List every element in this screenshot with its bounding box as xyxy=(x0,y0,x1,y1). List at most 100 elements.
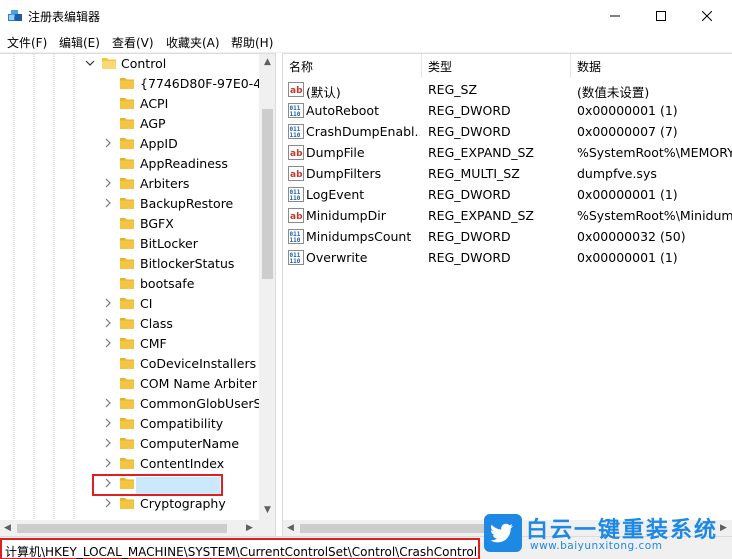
tree-item[interactable]: ACPI xyxy=(0,94,259,114)
tree-item-label: Compatibility xyxy=(140,416,224,431)
folder-icon xyxy=(120,318,134,329)
column-data[interactable]: 数据 xyxy=(571,54,732,78)
tree-item-label: Arbiters xyxy=(140,176,190,191)
close-button[interactable] xyxy=(684,0,730,31)
value-name: AutoReboot xyxy=(306,103,379,118)
folder-icon xyxy=(120,198,134,209)
scroll-right-icon[interactable]: ▶ xyxy=(246,524,253,533)
svg-text:110: 110 xyxy=(290,132,301,139)
chevron-right-icon[interactable] xyxy=(102,317,114,329)
tree-item[interactable]: BGFX xyxy=(0,214,259,234)
list-item[interactable]: ab DumpFile REG_EXPAND_SZ %SystemRoot%\MEMO… xyxy=(283,142,732,163)
regedit-icon xyxy=(8,10,22,21)
list-item[interactable]: 011 110 Overwrite REG_DWORD 0x00000001 (1) xyxy=(283,247,732,268)
column-name[interactable]: 名称 xyxy=(283,54,422,78)
chevron-right-icon[interactable] xyxy=(102,497,114,509)
scroll-up-icon[interactable]: ▲ xyxy=(264,58,271,67)
folder-icon xyxy=(120,358,134,369)
tree-item[interactable]: CI xyxy=(0,294,259,314)
tree-item-control[interactable]: Control xyxy=(0,54,259,74)
highlight-box-path: 计算机\HKEY_LOCAL_MACHINE\SYSTEM\CurrentCon… xyxy=(0,538,480,559)
folder-icon xyxy=(120,338,134,349)
tree-item[interactable]: Compatibility xyxy=(0,414,259,434)
menu-view[interactable]: 查看(V) xyxy=(112,34,154,51)
tree-horizontal-scroll-thumb[interactable] xyxy=(17,524,227,533)
chevron-right-icon[interactable] xyxy=(102,197,114,209)
chevron-right-icon[interactable] xyxy=(102,137,114,149)
tree-item[interactable]: COM Name Arbiter xyxy=(0,374,259,394)
tree-item[interactable]: BitlockerStatus xyxy=(0,254,259,274)
tree-item[interactable]: CMF xyxy=(0,334,259,354)
list-item[interactable]: ab (默认) REG_SZ (数值未设置) xyxy=(283,79,732,100)
scroll-left-icon[interactable]: ◀ xyxy=(4,524,11,533)
menu-edit[interactable]: 编辑(E) xyxy=(59,34,100,51)
menu-help[interactable]: 帮助(H) xyxy=(231,34,273,51)
tree-item-label: Cryptography xyxy=(140,496,226,511)
tree-item-label: Control xyxy=(121,56,167,71)
tree-item-label: BackupRestore xyxy=(140,196,234,211)
list-item[interactable]: ab MinidumpDir REG_EXPAND_SZ %SystemRoot%\M… xyxy=(283,205,732,226)
chevron-right-icon[interactable] xyxy=(102,397,114,409)
list-horizontal-scroll-thumb[interactable] xyxy=(300,524,488,533)
folder-icon xyxy=(120,298,134,309)
tree-item[interactable]: AGP xyxy=(0,114,259,134)
column-type[interactable]: 类型 xyxy=(422,54,571,78)
maximize-button[interactable] xyxy=(638,0,684,31)
tree-item[interactable]: bootsafe xyxy=(0,274,259,294)
tree-item-label: AppID xyxy=(140,136,178,151)
tree-item[interactable]: BitLocker xyxy=(0,234,259,254)
key-tree[interactable]: Control {7746D80F-97E0-4E2 ACPI AGP AppID Ap… xyxy=(0,53,276,536)
list-item[interactable]: ab DumpFilters REG_MULTI_SZ dumpfve.sys xyxy=(283,163,732,184)
list-item[interactable]: 011 110 AutoReboot REG_DWORD 0x00000001 (1) xyxy=(283,100,732,121)
value-type: REG_DWORD xyxy=(428,124,511,139)
tree-vertical-scroll-thumb[interactable] xyxy=(262,109,273,279)
tree-item[interactable]: BackupRestore xyxy=(0,194,259,214)
value-data: %SystemRoot%\Minidump xyxy=(577,208,732,223)
value-name: Overwrite xyxy=(306,250,368,265)
list-item[interactable]: 011 110 LogEvent REG_DWORD 0x00000001 (1) xyxy=(283,184,732,205)
menu-file[interactable]: 文件(F) xyxy=(7,34,47,51)
tree-item[interactable]: Arbiters xyxy=(0,174,259,194)
chevron-right-icon[interactable] xyxy=(102,457,114,469)
chevron-right-icon[interactable] xyxy=(102,417,114,429)
scroll-left-icon[interactable]: ◀ xyxy=(287,524,294,533)
list-item[interactable]: 011 110 CrashDumpEnabl... REG_DWORD 0x000000… xyxy=(283,121,732,142)
folder-icon xyxy=(120,258,134,269)
tree-item[interactable]: AppID xyxy=(0,134,259,154)
dword-value-icon: 011110 xyxy=(288,229,304,244)
window-title: 注册表编辑器 xyxy=(28,10,101,24)
value-name: LogEvent xyxy=(306,187,365,202)
chevron-right-icon[interactable] xyxy=(102,177,114,189)
value-type: REG_DWORD xyxy=(428,103,511,118)
list-item[interactable]: 011 110 MinidumpsCount REG_DWORD 0x00000032 … xyxy=(283,226,732,247)
chevron-right-icon[interactable] xyxy=(102,437,114,449)
svg-text:ab: ab xyxy=(290,149,303,159)
tree-item[interactable]: Class xyxy=(0,314,259,334)
minimize-icon xyxy=(610,15,620,16)
chevron-right-icon[interactable] xyxy=(102,337,114,349)
tree-item[interactable]: {7746D80F-97E0-4E2 xyxy=(0,74,275,94)
folder-icon xyxy=(120,438,134,449)
minimize-button[interactable] xyxy=(592,0,638,31)
value-list[interactable]: 名称 类型 数据 ab (默认) REG_SZ (数值未设置) 011 110 AutoRe… xyxy=(282,53,732,536)
tree-item[interactable]: ComputerName xyxy=(0,434,259,454)
scroll-down-icon[interactable]: ▼ xyxy=(264,506,271,515)
dword-value-icon: 011110 xyxy=(288,187,304,202)
folder-open-icon xyxy=(102,58,116,69)
chevron-down-icon[interactable] xyxy=(84,57,96,69)
tree-item[interactable]: Cryptography xyxy=(0,494,259,514)
value-data: dumpfve.sys xyxy=(577,166,657,181)
tree-item-label: CI xyxy=(140,296,153,311)
folder-icon xyxy=(120,278,134,289)
folder-icon xyxy=(120,218,134,229)
tree-item[interactable]: CommonGlobUserSe xyxy=(0,394,269,414)
chevron-right-icon[interactable] xyxy=(102,297,114,309)
svg-text:110: 110 xyxy=(290,111,301,118)
value-type: REG_MULTI_SZ xyxy=(428,166,520,181)
tree-item-label: CMF xyxy=(140,336,167,351)
folder-icon xyxy=(120,98,134,109)
menu-favorites[interactable]: 收藏夹(A) xyxy=(166,34,220,51)
tree-item[interactable]: CoDeviceInstallers xyxy=(0,354,259,374)
tree-item[interactable]: AppReadiness xyxy=(0,154,259,174)
tree-item[interactable]: ContentIndex xyxy=(0,454,259,474)
